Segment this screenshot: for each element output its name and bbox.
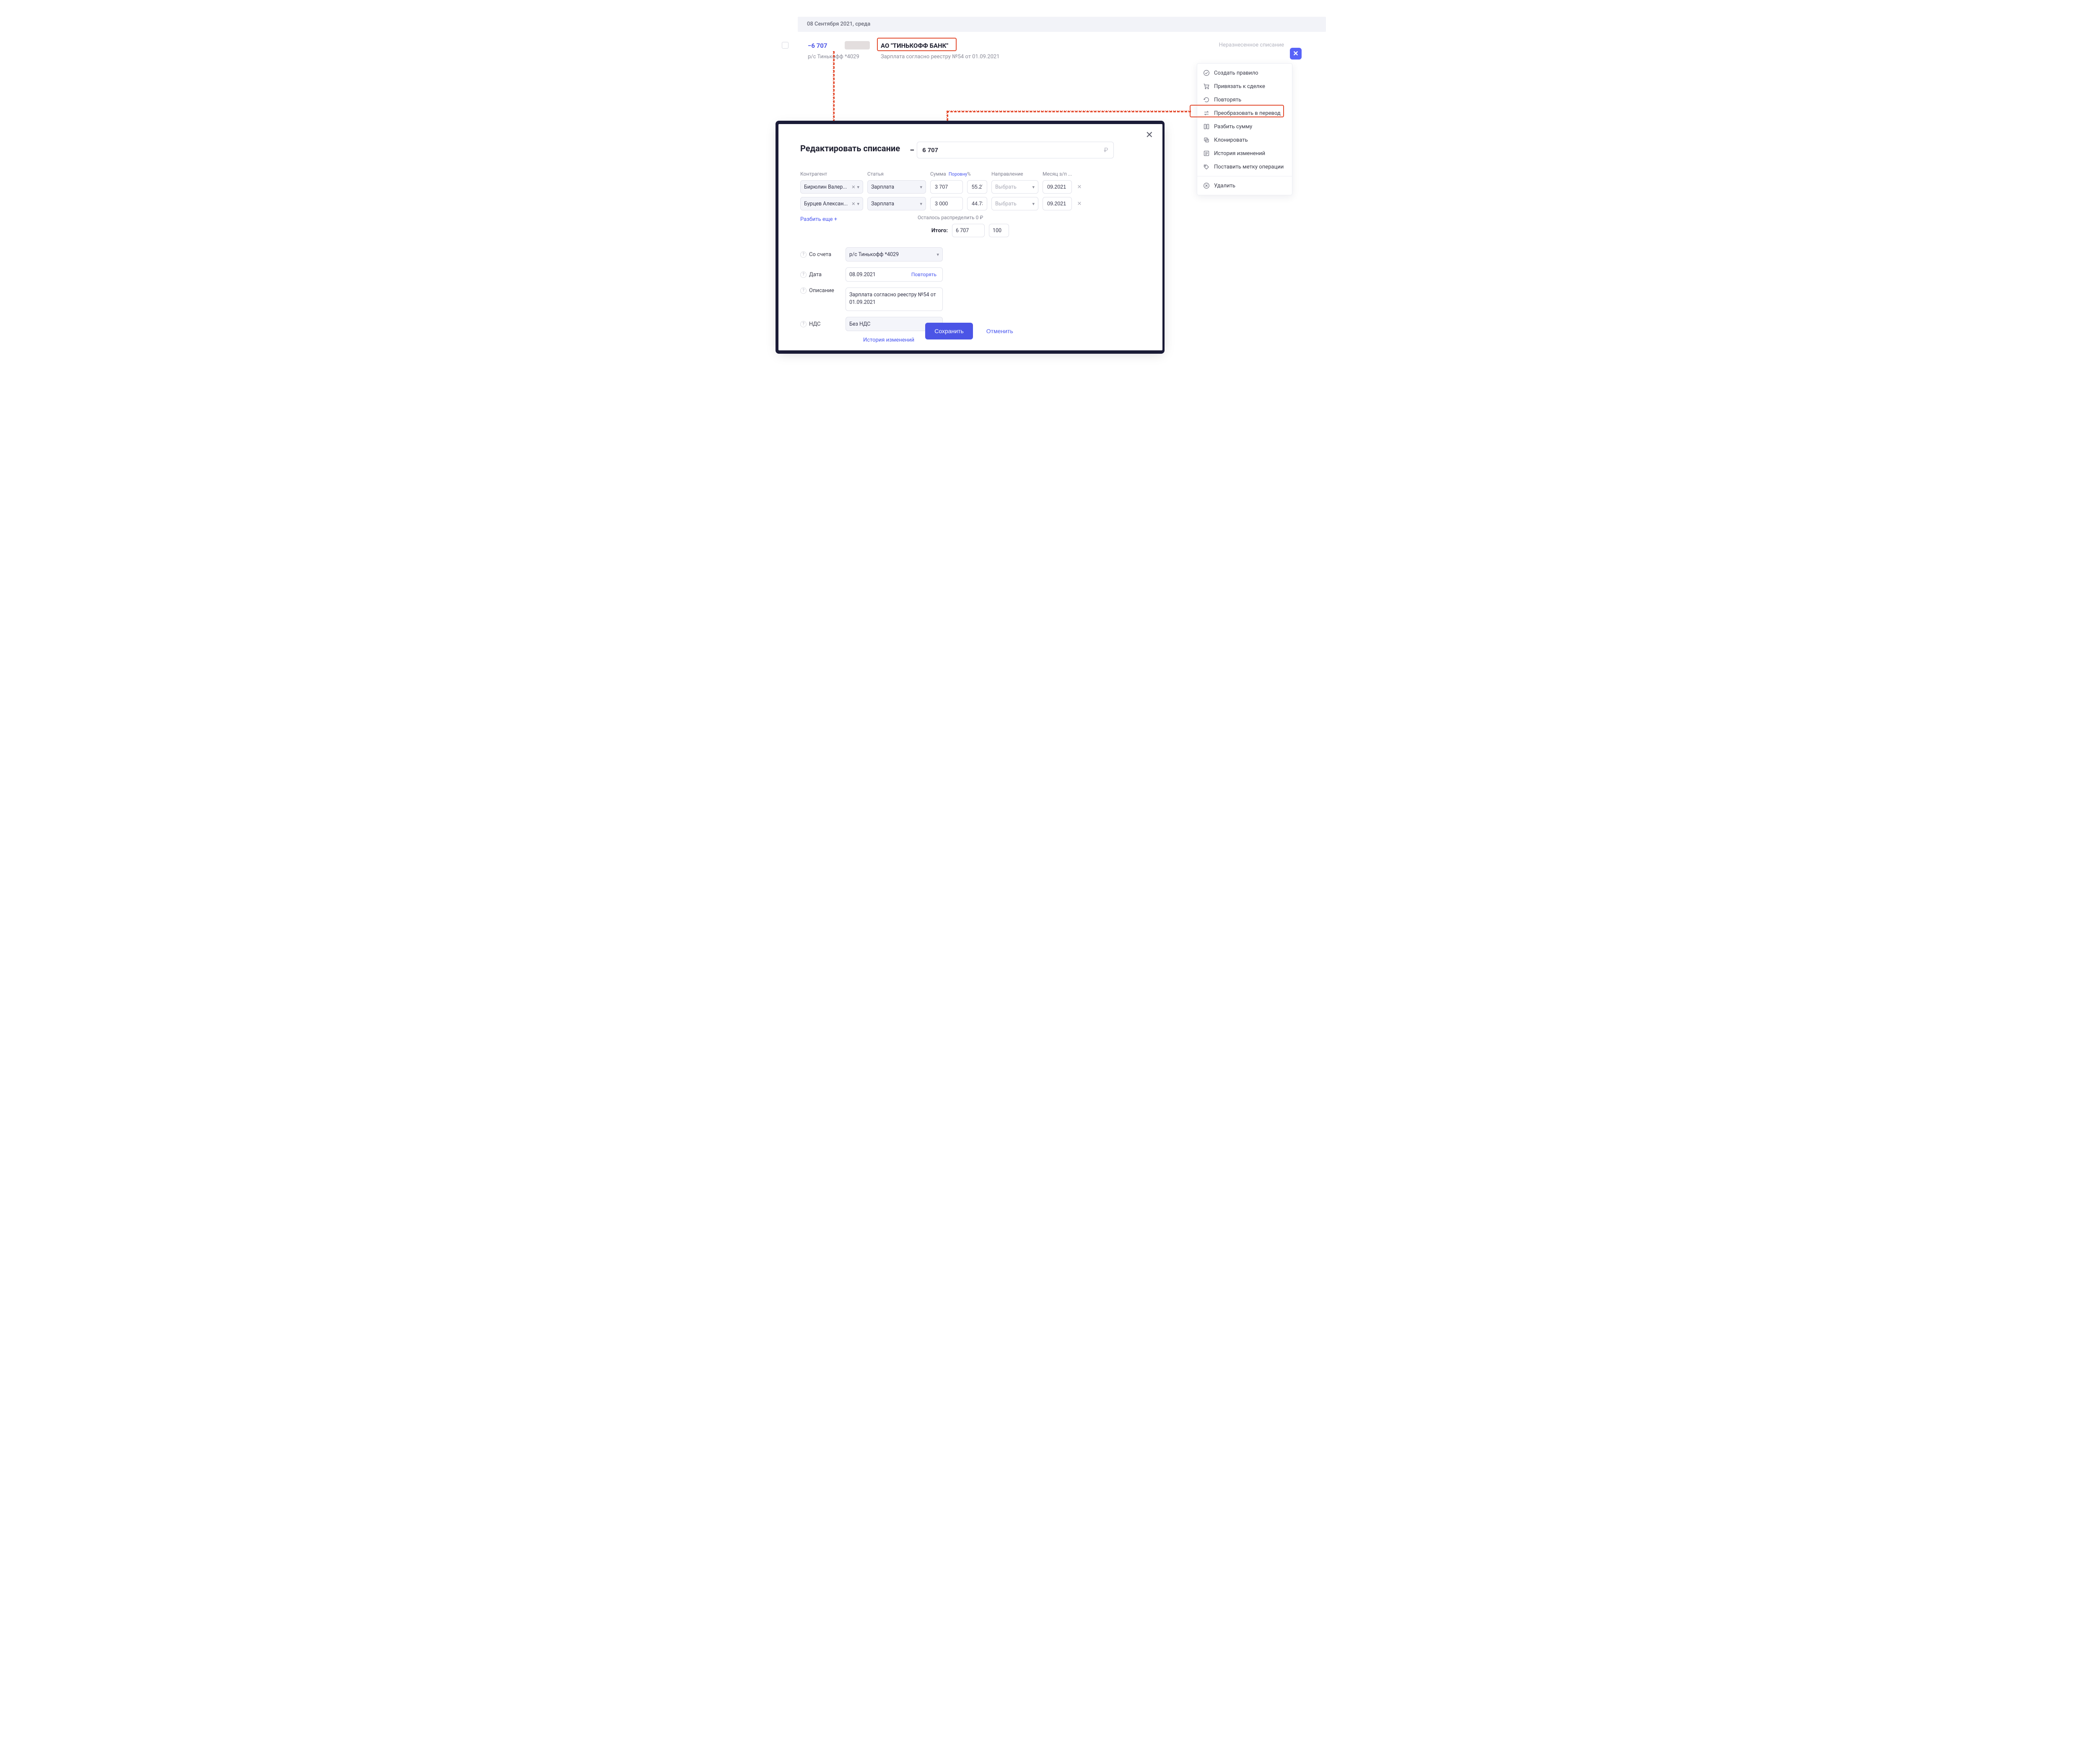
transaction-chip (845, 41, 870, 49)
menu-item-label: Удалить (1214, 183, 1235, 189)
add-split-link[interactable]: Разбить еще + (800, 216, 837, 223)
menu-item-label: Клонировать (1214, 137, 1248, 143)
split-column-headers: Контрагент Статья Сумма Поровну % Направ… (800, 171, 1141, 177)
menu-split-amount[interactable]: Разбить сумму (1197, 120, 1292, 133)
header-category: Статья (867, 171, 926, 177)
label-description: ?Описание (800, 288, 838, 294)
save-button[interactable]: Сохранить (925, 323, 973, 339)
swap-icon (1203, 110, 1210, 117)
contragent-select[interactable]: Бирюлин Валер... ✕▾ (800, 180, 863, 194)
date-bar: 08 Сентября 2021, среда (798, 17, 1326, 32)
menu-link-deal[interactable]: Привязать к сделке (1197, 80, 1292, 93)
direction-select[interactable]: Выбрать▾ (991, 180, 1038, 194)
total-percent: 100 (989, 224, 1009, 237)
menu-repeat[interactable]: Повторять (1197, 93, 1292, 106)
connector-line (947, 111, 1191, 112)
dialog-close-button[interactable]: ✕ (1146, 131, 1153, 140)
percent-input[interactable] (967, 197, 987, 210)
contragent-select[interactable]: Бурцев Алексан... ✕▾ (800, 197, 863, 210)
date-input[interactable]: 08.09.2021 Повторять (846, 267, 943, 282)
columns-icon (1203, 123, 1210, 130)
chevron-down-icon: ▾ (920, 184, 922, 190)
transaction-checkbox[interactable] (782, 42, 789, 49)
category-select[interactable]: Зарплата▾ (867, 197, 926, 210)
repeat-link[interactable]: Повторять (911, 272, 936, 277)
sum-input[interactable] (930, 180, 963, 194)
menu-item-label: Повторять (1214, 97, 1241, 103)
split-equally-link[interactable]: Поровну (949, 171, 967, 177)
help-icon[interactable]: ? (800, 272, 807, 278)
transaction-account: р/с Тинькофф *4029 (808, 54, 859, 60)
cancel-button[interactable]: Отменить (984, 327, 1016, 335)
dialog-amount-group: − ₽ (910, 142, 1118, 158)
tag-icon (1203, 163, 1210, 170)
remove-row-button[interactable]: ✕ (1076, 184, 1083, 190)
split-row: Бирюлин Валер... ✕▾ Зарплата▾ Выбрать▾ ✕ (800, 180, 1141, 194)
category-select[interactable]: Зарплата▾ (867, 180, 926, 194)
totals-row: Итого: 6 707 100 (800, 224, 1141, 237)
transaction-amount: −6 707 (808, 42, 827, 49)
transaction-counterparty: АО "ТИНЬКОФФ БАНК" (881, 42, 948, 49)
transaction-status: Неразнесенное списание (1219, 42, 1284, 48)
remaining-text: Осталось распределить 0 ₽ (918, 215, 1141, 220)
header-percent: % (967, 171, 987, 177)
from-account-select[interactable]: р/с Тинькофф *4029▾ (846, 247, 943, 262)
close-menu-button[interactable]: ✕ (1290, 48, 1302, 60)
month-input[interactable] (1043, 197, 1072, 210)
header-month: Месяц з/п ... (1043, 171, 1072, 177)
menu-item-label: История изменений (1214, 150, 1265, 157)
check-circle-icon (1203, 70, 1210, 76)
clear-icon[interactable]: ✕ (851, 184, 855, 190)
minus-sign: − (910, 145, 914, 155)
chevron-down-icon: ▾ (1032, 201, 1035, 207)
header-sum: Сумма Поровну (930, 171, 963, 177)
sum-input[interactable] (930, 197, 963, 210)
ruble-icon: ₽ (1104, 146, 1108, 154)
menu-clone[interactable]: Клонировать (1197, 133, 1292, 147)
label-date: ?Дата (800, 272, 838, 278)
header-direction: Направление (991, 171, 1038, 177)
header-contragent: Контрагент (800, 171, 863, 177)
clear-icon[interactable]: ✕ (851, 201, 855, 207)
help-icon[interactable]: ? (800, 251, 807, 258)
list-icon (1203, 150, 1210, 157)
menu-item-label: Разбить сумму (1214, 124, 1252, 130)
menu-history[interactable]: История изменений (1197, 147, 1292, 160)
menu-item-label: Преобразовать в перевод (1214, 110, 1281, 117)
menu-convert-transfer[interactable]: Преобразовать в перевод (1197, 106, 1292, 120)
amount-input[interactable] (917, 142, 1114, 158)
menu-item-label: Создать правило (1214, 70, 1258, 76)
menu-delete[interactable]: Удалить (1197, 179, 1292, 192)
total-label: Итого: (926, 228, 948, 234)
description-textarea[interactable]: Зарплата согласно реестру №54 от 01.09.2… (846, 288, 943, 311)
edit-writeoff-dialog: ✕ Редактировать списание − ₽ Контрагент … (778, 124, 1162, 350)
menu-item-label: Привязать к сделке (1214, 83, 1265, 90)
copy-icon (1203, 137, 1210, 143)
split-row: Бурцев Алексан... ✕▾ Зарплата▾ Выбрать▾ … (800, 197, 1141, 210)
delete-icon (1203, 182, 1210, 189)
remove-row-button[interactable]: ✕ (1076, 201, 1083, 207)
label-from-account: ?Со счета (800, 251, 838, 258)
chevron-down-icon: ▾ (920, 201, 922, 207)
chevron-down-icon: ▾ (936, 252, 939, 257)
chevron-down-icon: ▾ (857, 201, 859, 207)
percent-input[interactable] (967, 180, 987, 194)
menu-item-label: Поставить метку операции (1214, 164, 1284, 170)
menu-create-rule[interactable]: Создать правило (1197, 66, 1292, 80)
cart-icon (1203, 83, 1210, 90)
help-icon[interactable]: ? (800, 288, 807, 294)
total-sum: 6 707 (952, 224, 985, 237)
history-icon (1203, 96, 1210, 103)
chevron-down-icon: ▾ (857, 184, 859, 190)
month-input[interactable] (1043, 180, 1072, 194)
transaction-description: Зарплата согласно реестру №54 от 01.09.2… (881, 54, 1000, 60)
menu-tag[interactable]: Поставить метку операции (1197, 160, 1292, 174)
direction-select[interactable]: Выбрать▾ (991, 197, 1038, 210)
dialog-title: Редактировать списание (800, 143, 900, 153)
transaction-context-menu: Создать правило Привязать к сделке Повто… (1197, 63, 1292, 195)
chevron-down-icon: ▾ (1032, 184, 1035, 190)
